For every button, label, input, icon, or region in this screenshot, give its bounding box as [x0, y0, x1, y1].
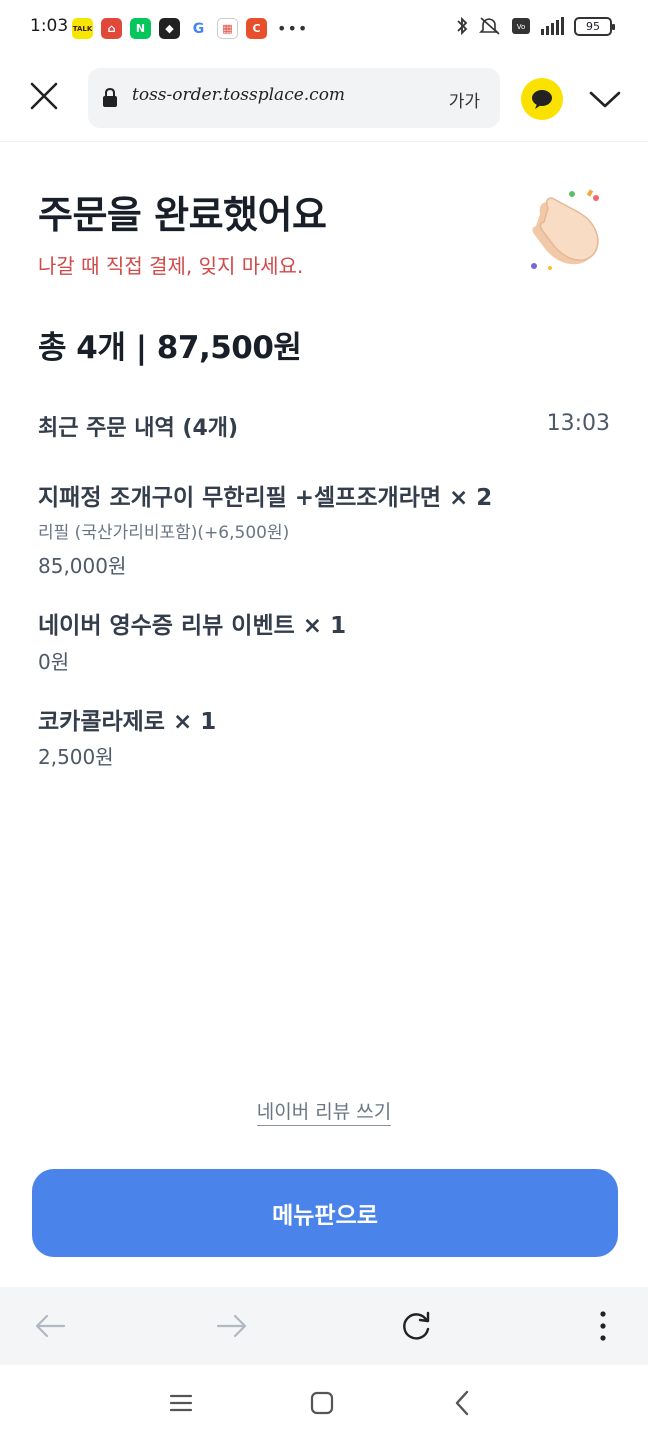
more-notifications-icon: ••• [277, 19, 309, 38]
page-title: 주문을 완료했어요 [38, 193, 327, 237]
system-nav-bar [0, 1365, 648, 1440]
address-bar[interactable]: toss-order.tossplace.com 가가 [88, 68, 500, 128]
system-status-icons: Vo 95 [455, 16, 615, 36]
signal-icon [541, 17, 564, 35]
calendar-app-icon: ▦ [217, 18, 238, 39]
close-icon [30, 82, 58, 110]
refresh-icon [403, 1311, 430, 1340]
lock-icon [103, 87, 117, 107]
arrow-right-icon [216, 1314, 247, 1338]
order-total: 총 4개 | 87,500원 [38, 330, 302, 366]
naver-review-link-row: 네이버 리뷰 쓰기 [0, 1097, 648, 1126]
forward-nav-button[interactable] [213, 1307, 251, 1345]
back-chevron-icon [455, 1390, 469, 1416]
arrow-left-icon [35, 1314, 66, 1338]
svg-text:Vo: Vo [517, 23, 526, 31]
expand-button[interactable] [584, 82, 626, 116]
browser-menu-button[interactable] [584, 1307, 622, 1345]
system-back-button[interactable] [442, 1383, 482, 1423]
status-bar: 1:03 TALK ⌂ N ◆ G ▦ C ••• Vo 95 [0, 0, 648, 56]
battery-icon: 95 [574, 16, 615, 36]
naver-review-link[interactable]: 네이버 리뷰 쓰기 [256, 1101, 392, 1126]
more-vertical-icon [600, 1311, 606, 1341]
clapping-hands-icon [531, 189, 599, 270]
browser-bottom-bar [0, 1287, 648, 1365]
order-item-name: 네이버 영수증 리뷰 이벤트 × 1 [38, 613, 347, 639]
home-square-icon [310, 1391, 334, 1415]
order-time: 13:03 [546, 411, 610, 436]
naver-icon: N [130, 18, 151, 39]
chat-bubble-icon [532, 90, 552, 109]
kakaotalk-icon: TALK [72, 18, 93, 39]
back-to-menu-button[interactable]: 메뉴판으로 [32, 1169, 618, 1257]
order-item-name: 코카콜라제로 × 1 [38, 709, 217, 735]
back-nav-button[interactable] [31, 1307, 69, 1345]
battery-level: 95 [586, 19, 600, 33]
browser-toolbar: toss-order.tossplace.com 가가 [0, 56, 648, 142]
url-text: toss-order.tossplace.com [132, 85, 346, 105]
kakao-chat-button[interactable] [521, 78, 563, 120]
chevron-down-icon [589, 91, 621, 108]
recent-orders-title: 최근 주문 내역 (4개) [38, 416, 239, 441]
close-button[interactable] [24, 76, 64, 116]
home-button[interactable] [302, 1383, 342, 1423]
recent-apps-button[interactable] [161, 1383, 201, 1423]
order-item-price: 2,500원 [38, 745, 114, 769]
order-item-price: 85,000원 [38, 554, 127, 578]
recent-apps-icon [169, 1394, 193, 1412]
google-icon: G [188, 18, 209, 39]
c-app-icon: C [246, 18, 267, 39]
notification-icons: TALK ⌂ N ◆ G ▦ C ••• [72, 18, 308, 39]
order-item-option: 리필 (국산가리비포함)(+6,500원) [38, 523, 290, 543]
status-time: 1:03 [30, 16, 69, 36]
payment-notice: 나갈 때 직접 결제, 잊지 마세요. [38, 254, 304, 278]
home-app-icon: ⌂ [101, 18, 122, 39]
refresh-button[interactable] [397, 1307, 435, 1345]
order-item-name: 지패정 조개구이 무한리필 +셀프조개라면 × 2 [38, 485, 493, 511]
game-app-icon: ◆ [159, 18, 180, 39]
order-item-price: 0원 [38, 650, 70, 674]
mute-icon [479, 17, 500, 35]
volte-icon: Vo [512, 18, 530, 34]
text-size-button[interactable]: 가가 [449, 87, 480, 112]
bluetooth-icon [457, 16, 468, 36]
